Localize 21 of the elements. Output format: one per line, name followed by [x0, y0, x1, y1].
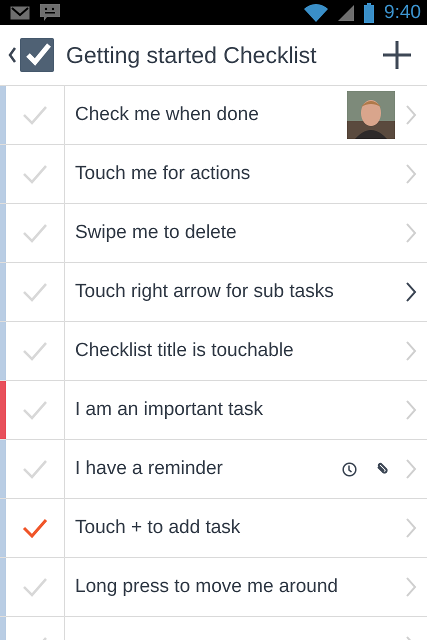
wifi-icon — [304, 4, 328, 22]
checkbox-logo-icon — [20, 38, 54, 72]
task-title[interactable]: Long press to move me around — [75, 576, 395, 598]
chat-icon — [40, 4, 60, 22]
task-title[interactable]: I am an important task — [75, 399, 395, 421]
mail-icon — [10, 6, 30, 20]
task-title[interactable]: I have a reminder — [75, 458, 332, 480]
chevron-icon[interactable] — [405, 281, 417, 303]
back-icon[interactable] — [8, 47, 16, 63]
checkmark-icon[interactable] — [22, 518, 48, 538]
battery-icon — [364, 2, 374, 22]
task-title[interactable]: Check me when done — [75, 104, 337, 126]
signal-icon — [338, 4, 354, 20]
add-icon[interactable] — [383, 41, 411, 69]
task-title[interactable]: Touch right arrow for sub tasks — [75, 281, 395, 303]
task-title[interactable]: Checklist title is touchable — [75, 340, 395, 362]
task-title[interactable]: Touch me for actions — [75, 163, 395, 185]
checklist-title[interactable]: Getting started Checklist — [66, 42, 383, 68]
clock-time: 9:40 — [384, 2, 421, 24]
task-title[interactable]: Touch + to add task — [75, 517, 395, 539]
task-title[interactable]: Swipe me to delete — [75, 222, 395, 244]
